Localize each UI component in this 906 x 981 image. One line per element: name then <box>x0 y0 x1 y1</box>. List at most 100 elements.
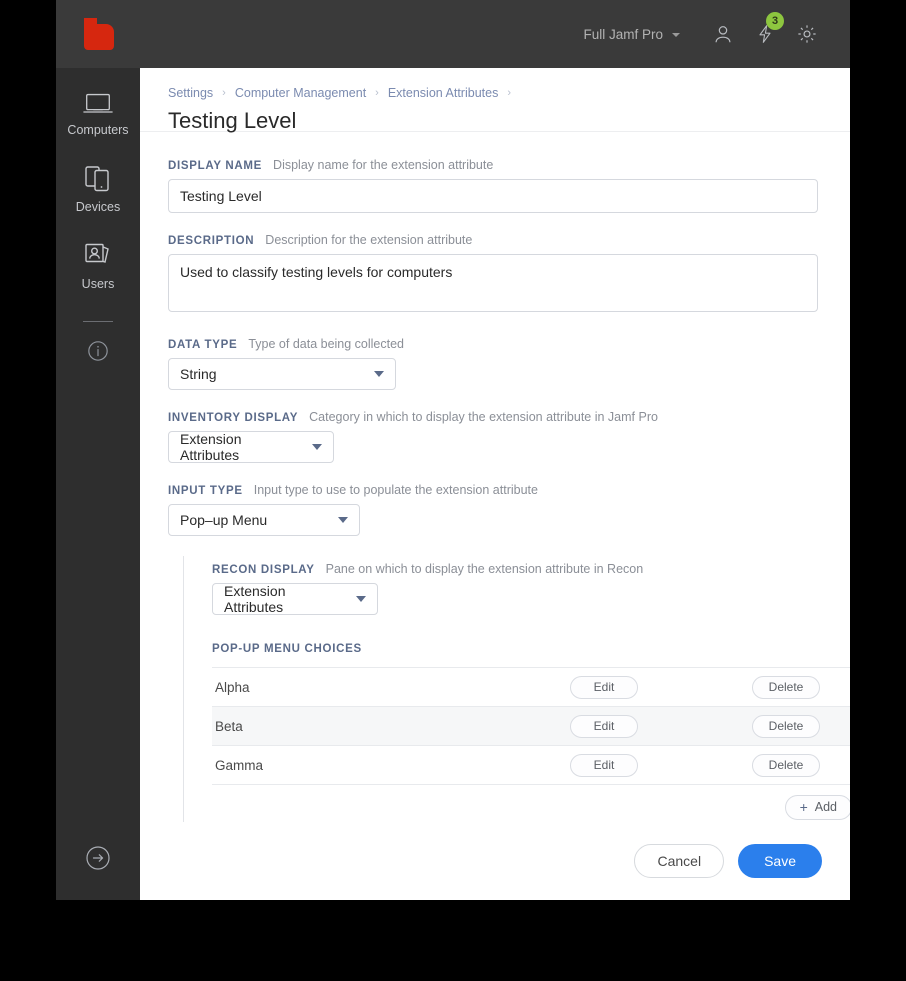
chevron-down-icon <box>338 517 348 523</box>
sidebar-item-label: Computers <box>67 123 129 137</box>
sidebar-item-label: Devices <box>75 200 121 214</box>
description-label: DESCRIPTION <box>168 235 255 247</box>
sidebar-divider <box>83 321 113 322</box>
field-recon-display: RECON DISPLAY Pane on which to display t… <box>212 562 822 615</box>
display-name-hint: Display name for the extension attribute <box>273 158 494 172</box>
sidebar-item-devices[interactable]: Devices <box>56 145 140 222</box>
breadcrumb-item-computer-management[interactable]: Computer Management <box>235 86 366 100</box>
sidebar-item-users[interactable]: Users <box>56 222 140 299</box>
display-name-label: DISPLAY NAME <box>168 160 263 172</box>
edit-cell: Edit <box>570 753 752 777</box>
table-row: Alpha Edit Delete <box>212 668 850 707</box>
choice-name: Gamma <box>215 757 264 773</box>
field-input-type: INPUT TYPE Input type to use to populate… <box>168 483 822 536</box>
choice-name: Alpha <box>215 679 250 695</box>
laptop-icon <box>82 86 114 116</box>
table-row: Gamma Edit Delete <box>212 746 850 785</box>
field-description: DESCRIPTION Description for the extensio… <box>168 233 822 317</box>
popup-menu-choices-heading: POP-UP MENU CHOICES <box>212 643 362 655</box>
context-selector-label: Full Jamf Pro <box>583 26 663 42</box>
logo-shape-2 <box>96 24 114 38</box>
sidebar-item-computers[interactable]: Computers <box>56 68 140 145</box>
input-type-select[interactable]: Pop–up Menu <box>168 504 360 536</box>
delete-cell: Delete <box>752 753 850 777</box>
delete-cell: Delete <box>752 714 850 738</box>
field-label-row: RECON DISPLAY Pane on which to display t… <box>212 562 822 576</box>
breadcrumb-item-settings[interactable]: Settings <box>168 86 213 100</box>
chevron-down-icon <box>356 596 366 602</box>
users-icon <box>83 240 113 270</box>
page-title: Testing Level <box>168 108 297 133</box>
breadcrumb-item-extension-attributes[interactable]: Extension Attributes <box>388 86 498 100</box>
user-icon <box>712 23 734 45</box>
delete-button[interactable]: Delete <box>752 753 820 777</box>
inventory-display-hint: Category in which to display the extensi… <box>309 410 658 424</box>
delete-button[interactable]: Delete <box>752 714 820 738</box>
primary-sidebar: Computers Devices Users <box>56 68 140 900</box>
recon-display-label: RECON DISPLAY <box>212 564 315 576</box>
input-type-hint: Input type to use to populate the extens… <box>253 483 538 497</box>
breadcrumb-separator-icon: › <box>507 87 511 99</box>
description-textarea[interactable]: Used to classify testing levels for comp… <box>168 254 818 312</box>
mobile-devices-icon <box>84 163 112 193</box>
field-label-row: DESCRIPTION Description for the extensio… <box>168 233 822 247</box>
account-button[interactable] <box>702 14 744 54</box>
sidebar-info-button[interactable] <box>56 340 140 367</box>
inventory-display-label: INVENTORY DISPLAY <box>168 412 299 424</box>
settings-button[interactable] <box>786 14 828 54</box>
sidebar-collapse-button[interactable] <box>56 845 140 876</box>
breadcrumb-separator-icon: › <box>222 87 226 99</box>
data-type-label: DATA TYPE <box>168 339 238 351</box>
edit-button[interactable]: Edit <box>570 714 638 738</box>
field-label-row: DISPLAY NAME Display name for the extens… <box>168 158 822 172</box>
arrow-right-circle-icon <box>85 845 111 876</box>
edit-cell: Edit <box>570 714 752 738</box>
edit-button[interactable]: Edit <box>570 753 638 777</box>
inventory-display-select[interactable]: Extension Attributes <box>168 431 334 463</box>
top-navigation-bar: Full Jamf Pro 3 <box>56 0 850 68</box>
display-name-input[interactable] <box>168 179 818 213</box>
data-type-hint: Type of data being collected <box>248 337 405 351</box>
input-type-label: INPUT TYPE <box>168 485 243 497</box>
recon-display-value: Extension Attributes <box>224 583 286 615</box>
data-type-select[interactable]: String <box>168 358 396 390</box>
breadcrumb: Settings › Computer Management › Extensi… <box>168 86 850 100</box>
field-data-type: DATA TYPE Type of data being collected S… <box>168 337 822 390</box>
extension-attribute-form: DISPLAY NAME Display name for the extens… <box>140 132 850 829</box>
edit-button[interactable]: Edit <box>570 675 638 699</box>
field-label-row: DATA TYPE Type of data being collected <box>168 337 822 351</box>
save-button[interactable]: Save <box>738 844 822 878</box>
form-footer: Cancel Save <box>140 822 850 900</box>
add-choice-button[interactable]: + Add <box>784 794 850 820</box>
popup-menu-choices-table: Alpha Edit Delete Beta Edit Delete Gamma… <box>212 667 850 829</box>
edit-cell: Edit <box>570 675 752 699</box>
delete-cell: Delete <box>752 675 850 699</box>
activity-button[interactable]: 3 <box>744 12 786 54</box>
field-display-name: DISPLAY NAME Display name for the extens… <box>168 158 822 213</box>
context-selector[interactable]: Full Jamf Pro <box>583 27 680 42</box>
recon-display-select[interactable]: Extension Attributes <box>212 583 378 615</box>
description-hint: Description for the extension attribute <box>265 233 473 247</box>
breadcrumb-separator-icon: › <box>375 87 379 99</box>
data-type-value: String <box>180 366 217 382</box>
plus-icon: + <box>799 799 808 815</box>
sidebar-item-label: Users <box>81 277 115 291</box>
choice-name: Beta <box>215 718 243 734</box>
field-label-row: INPUT TYPE Input type to use to populate… <box>168 483 822 497</box>
input-type-value: Pop–up Menu <box>180 512 268 528</box>
gear-icon <box>796 23 818 45</box>
recon-display-hint: Pane on which to display the extension a… <box>325 562 644 576</box>
jamf-pro-app-window: Full Jamf Pro 3 Computers Devices Users … <box>56 0 850 900</box>
popup-menu-subsection: RECON DISPLAY Pane on which to display t… <box>183 556 850 829</box>
notification-badge: 3 <box>766 12 784 30</box>
cancel-button[interactable]: Cancel <box>634 844 725 878</box>
add-choice-label: Add <box>814 800 837 814</box>
info-icon <box>87 340 109 367</box>
page-header: Settings › Computer Management › Extensi… <box>140 68 850 133</box>
chevron-down-icon <box>312 444 322 450</box>
table-row: Beta Edit Delete <box>212 707 850 746</box>
jamf-logo[interactable] <box>84 18 114 50</box>
delete-button[interactable]: Delete <box>752 675 820 699</box>
logo-shape-3 <box>84 37 114 50</box>
topbar-actions: Full Jamf Pro 3 <box>583 0 828 68</box>
